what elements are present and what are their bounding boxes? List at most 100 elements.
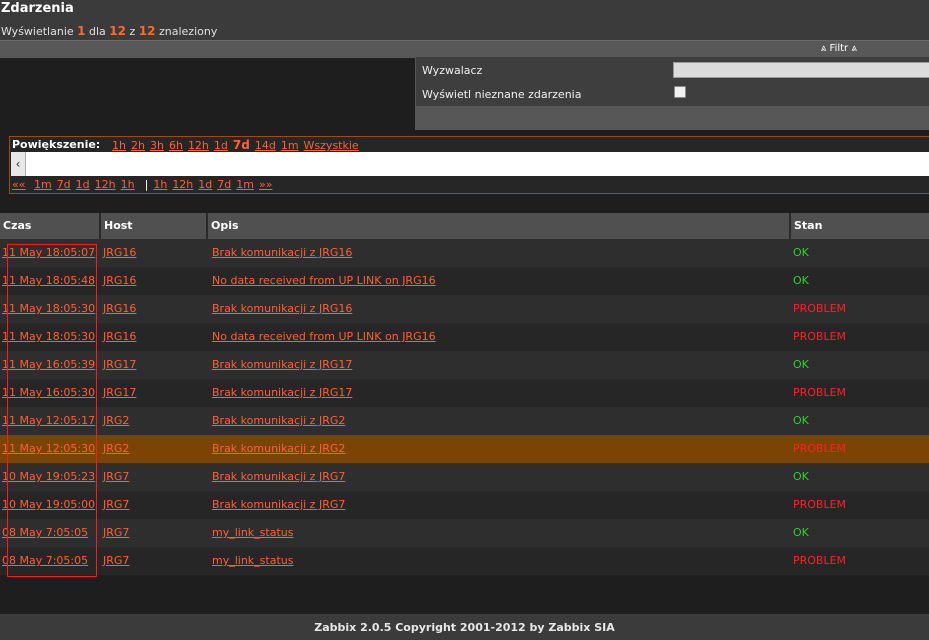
table-cell: 10 May 19:05:23 [0, 463, 101, 491]
event-time-link[interactable]: 08 May 7:05:05 [2, 526, 88, 539]
event-description-link[interactable]: Brak komunikacji z JRG17 [212, 386, 352, 399]
table-cell: Brak komunikacji z JRG16 [208, 295, 791, 323]
event-time-link[interactable]: 10 May 19:05:23 [2, 470, 95, 483]
zoom-option[interactable]: Wszystkie [304, 139, 359, 152]
page-footer: Zabbix 2.0.5 Copyright 2001-2012 by Zabb… [0, 614, 929, 640]
event-time-link[interactable]: 11 May 16:05:30 [2, 386, 95, 399]
event-time-link[interactable]: 11 May 16:05:39 [2, 358, 95, 371]
event-host-link[interactable]: JRG16 [103, 302, 136, 315]
table-cell: OK [791, 463, 929, 491]
nav-forward-link[interactable]: 7d [217, 178, 231, 191]
event-description-link[interactable]: Brak komunikacji z JRG16 [212, 246, 352, 259]
zoom-option[interactable]: 2h [131, 139, 145, 152]
event-host-link[interactable]: JRG16 [103, 330, 136, 343]
event-status: OK [793, 246, 809, 259]
nav-back-link[interactable]: 1m [34, 178, 52, 191]
event-description-link[interactable]: Brak komunikacji z JRG7 [212, 470, 345, 483]
unknown-events-label: Wyświetl nieznane zdarzenia [422, 88, 582, 101]
unknown-events-checkbox[interactable] [674, 86, 686, 98]
table-row: 10 May 19:05:00 JRG7 Brak komunikacji z JR… [0, 491, 929, 519]
timeline-scrollbar[interactable]: ‹ [11, 152, 929, 176]
event-description-link[interactable]: No data received from UP LINK on JRG16 [212, 330, 436, 343]
table-cell: PROBLEM [791, 295, 929, 323]
event-time-link[interactable]: 10 May 19:05:00 [2, 498, 95, 511]
event-status: OK [793, 470, 809, 483]
event-host-link[interactable]: JRG2 [103, 414, 129, 427]
event-description-link[interactable]: Brak komunikacji z JRG16 [212, 302, 352, 315]
event-description-link[interactable]: Brak komunikacji z JRG17 [212, 358, 352, 371]
event-status: OK [793, 526, 809, 539]
event-host-link[interactable]: JRG7 [103, 498, 129, 511]
event-time-link[interactable]: 11 May 18:05:30 [2, 330, 95, 343]
filter-row-unknown: Wyświetl nieznane zdarzenia [416, 82, 929, 106]
table-cell: OK [791, 267, 929, 295]
nav-forward-link[interactable]: 1h [153, 178, 167, 191]
nav-back-link[interactable]: 1d [76, 178, 90, 191]
event-host-link[interactable]: JRG7 [103, 554, 129, 567]
table-header: Czas Host Opis Stan [0, 213, 929, 239]
event-time-link[interactable]: 11 May 18:05:30 [2, 302, 95, 315]
zoom-panel: Powiększenie: 1h 2h 3h 6h 12h 1d 7d 14d 1m Wszyst… [9, 136, 929, 194]
event-status: PROBLEM [793, 498, 847, 511]
table-cell: 11 May 12:05:17 [0, 407, 101, 435]
nav-back-link[interactable]: 1h [121, 178, 135, 191]
table-cell: JRG17 [101, 351, 208, 379]
results-info: Wyświetlanie 1 dla 12 z 12 znaleziony [1, 24, 217, 38]
zoom-option[interactable]: 3h [150, 139, 164, 152]
scroll-left-button[interactable]: ‹ [11, 152, 26, 176]
zoom-option[interactable]: 12h [188, 139, 209, 152]
zoom-option[interactable]: 6h [169, 139, 183, 152]
event-time-link[interactable]: 08 May 7:05:05 [2, 554, 88, 567]
nav-back-link[interactable]: 7d [57, 178, 71, 191]
event-description-link[interactable]: Brak komunikacji z JRG2 [212, 414, 345, 427]
zoom-option[interactable]: 7d [233, 138, 250, 152]
event-description-link[interactable]: Brak komunikacji z JRG7 [212, 498, 345, 511]
event-host-link[interactable]: JRG16 [103, 246, 136, 259]
filter-toggle[interactable]: ⩓ Filtr ⩓ [821, 43, 857, 54]
table-cell: JRG7 [101, 519, 208, 547]
info-prefix: Wyświetlanie [1, 25, 74, 38]
zoom-option[interactable]: 14d [255, 139, 276, 152]
page-title: Zdarzenia [1, 1, 74, 16]
event-host-link[interactable]: JRG2 [103, 442, 129, 455]
event-time-link[interactable]: 11 May 18:05:07 [2, 246, 95, 259]
table-cell: my_link_status [208, 547, 791, 575]
trigger-input[interactable] [673, 62, 929, 78]
zoom-option[interactable]: 1d [214, 139, 228, 152]
nav-forward-link[interactable]: 12h [172, 178, 193, 191]
table-cell: JRG2 [101, 407, 208, 435]
table-cell: 11 May 18:05:07 [0, 239, 101, 267]
event-time-link[interactable]: 11 May 12:05:17 [2, 414, 95, 427]
table-row: 08 May 7:05:05 JRG7 my_link_status OK [0, 519, 929, 547]
zoom-option[interactable]: 1h [112, 139, 126, 152]
event-host-link[interactable]: JRG17 [103, 358, 136, 371]
table-cell: Brak komunikacji z JRG2 [208, 435, 791, 463]
table-cell: JRG16 [101, 267, 208, 295]
nav-next-arrows[interactable]: »» [259, 178, 272, 191]
zoom-option[interactable]: 1m [281, 139, 299, 152]
info-dla: dla [89, 25, 106, 38]
event-time-link[interactable]: 11 May 18:05:48 [2, 274, 95, 287]
event-description-link[interactable]: my_link_status [212, 526, 293, 539]
nav-separator: | [144, 178, 149, 191]
nav-forward-link[interactable]: 1m [236, 178, 254, 191]
event-description-link[interactable]: my_link_status [212, 554, 293, 567]
event-host-link[interactable]: JRG7 [103, 470, 129, 483]
table-cell: No data received from UP LINK on JRG16 [208, 267, 791, 295]
nav-forward-link[interactable]: 1d [198, 178, 212, 191]
event-status: PROBLEM [793, 302, 847, 315]
event-description-link[interactable]: No data received from UP LINK on JRG16 [212, 274, 436, 287]
event-description-link[interactable]: Brak komunikacji z JRG2 [212, 442, 345, 455]
table-row: 10 May 19:05:23 JRG7 Brak komunikacji z JR… [0, 463, 929, 491]
event-host-link[interactable]: JRG17 [103, 386, 136, 399]
column-header-status: Stan [791, 213, 929, 239]
nav-back-link[interactable]: 12h [95, 178, 116, 191]
event-time-link[interactable]: 11 May 12:05:30 [2, 442, 95, 455]
column-header-time[interactable]: Czas [0, 213, 101, 239]
event-status: PROBLEM [793, 386, 847, 399]
event-host-link[interactable]: JRG16 [103, 274, 136, 287]
table-cell: JRG7 [101, 463, 208, 491]
table-row: 11 May 12:05:17 JRG2 Brak komunikacji z JR… [0, 407, 929, 435]
nav-prev-arrows[interactable]: «« [12, 178, 25, 191]
event-host-link[interactable]: JRG7 [103, 526, 129, 539]
